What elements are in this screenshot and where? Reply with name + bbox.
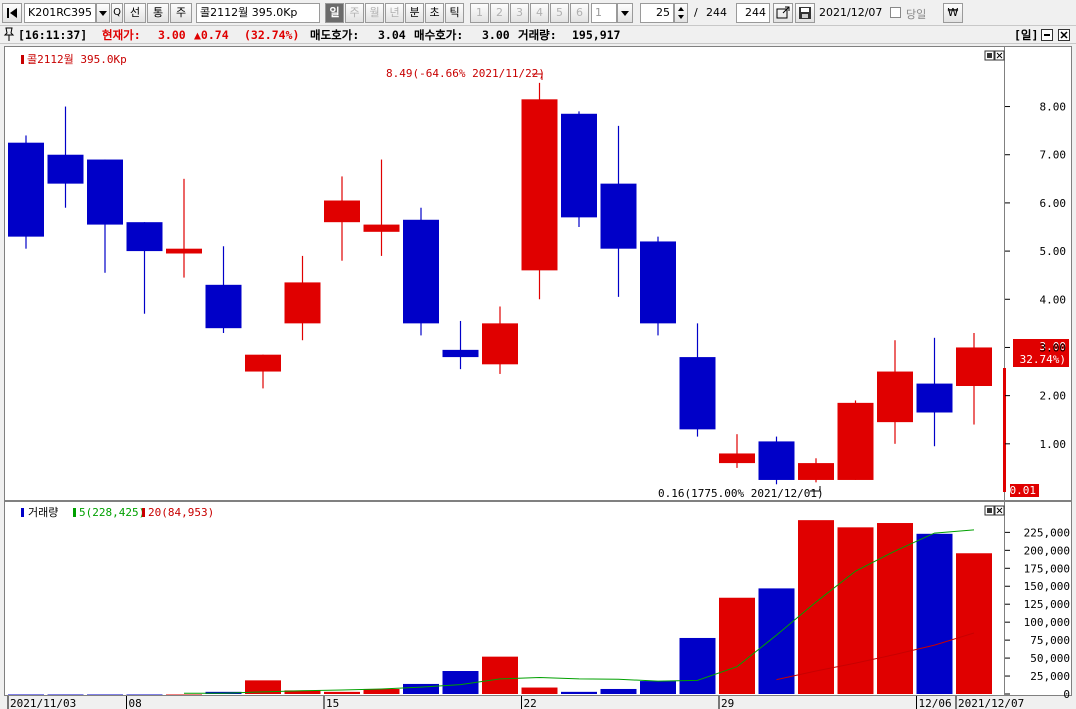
price-tick-label: 7.00	[1040, 149, 1067, 162]
candle-body	[403, 219, 439, 324]
low-note: 0.16(1775.00% 2021/12/01)	[658, 487, 824, 500]
volume-tick-label: 125,000	[1024, 598, 1070, 611]
volume-bar	[47, 694, 84, 695]
candle-body	[245, 354, 281, 372]
candle-body	[87, 159, 123, 225]
candle-body	[758, 441, 795, 480]
candle-body	[640, 241, 676, 324]
candle-body	[47, 154, 84, 184]
price-tick-label: 3.00	[1040, 341, 1067, 354]
price-panel-close-icon[interactable]	[994, 50, 1005, 61]
candle-body	[916, 383, 953, 413]
x-tick-label: 15	[326, 697, 339, 709]
volume-bar	[324, 691, 360, 694]
candle-body	[166, 248, 202, 254]
price-legend: 콜2112월 395.0Kp	[27, 53, 127, 66]
price-tick-label: 1.00	[1040, 438, 1067, 451]
volume-bar	[640, 681, 676, 694]
current-bar-marker	[1003, 368, 1006, 492]
volume-bar	[877, 523, 913, 694]
volume-bar	[8, 694, 44, 695]
volume-bar	[798, 520, 834, 694]
x-tick-label: 08	[129, 697, 142, 709]
chart-svg: 콜2112월 395.0Kp 8.49(-64.66% 2021/11/22) …	[7, 50, 1070, 709]
volume-bar	[166, 694, 202, 695]
candle-body	[482, 323, 518, 365]
volume-legend-title: 거래량	[28, 506, 58, 519]
volume-legend-swatch	[21, 508, 24, 517]
price-tick-label: 4.00	[1040, 293, 1067, 306]
candle-body	[284, 282, 321, 324]
candle-body	[600, 183, 637, 249]
price-panel-restore-icon[interactable]	[984, 50, 995, 61]
candle-body	[561, 113, 597, 218]
price-tick-label: 5.00	[1040, 245, 1067, 258]
price-tick-label: 6.00	[1040, 197, 1067, 210]
candle-body	[679, 357, 716, 430]
volume-tick-label: 100,000	[1024, 616, 1070, 629]
price-tick-label: 8.00	[1040, 101, 1067, 114]
volume-bar	[600, 688, 637, 694]
volume-bar	[758, 588, 795, 694]
volume-bars	[8, 520, 992, 695]
volume-panel-restore-icon[interactable]	[984, 505, 995, 516]
volume-tick-label: 225,000	[1024, 526, 1070, 539]
candle-body	[837, 402, 874, 480]
x-tick-label: 12/06	[919, 697, 952, 709]
x-tick-label: 29	[721, 697, 734, 709]
price-axis: 8.00 7.00 6.00 5.00 4.00 3.00 2.00 1.00	[1005, 101, 1066, 451]
candle-body	[363, 224, 400, 232]
volume-bar	[87, 694, 123, 695]
candle-body	[324, 200, 360, 223]
volume-bar	[679, 637, 716, 694]
high-note: 8.49(-64.66% 2021/11/22)	[386, 67, 545, 80]
candle-body	[719, 453, 755, 464]
volume-bar	[916, 533, 953, 694]
last-pct-tag: ( 32.74%)	[1006, 353, 1066, 366]
volume-tick-label: 200,000	[1024, 544, 1070, 557]
ma20-legend-swatch	[142, 508, 145, 517]
volume-bar	[561, 691, 597, 694]
candle-body	[205, 284, 242, 329]
volume-bar	[521, 687, 558, 694]
ma5-legend-swatch	[73, 508, 76, 517]
x-tick-label: 22	[524, 697, 537, 709]
candle-body	[798, 463, 834, 480]
volume-tick-label: 25,000	[1030, 670, 1070, 683]
volume-tick-label: 50,000	[1030, 652, 1070, 665]
zero-tag: 0.01	[1010, 484, 1037, 497]
candle-body	[521, 99, 558, 271]
candle-body	[877, 371, 913, 423]
x-tick-label: 2021/12/07	[958, 697, 1024, 709]
candle-body	[442, 349, 479, 358]
volume-bar	[719, 597, 755, 694]
ma20-legend: 20(84,953)	[148, 506, 214, 519]
volume-tick-label: 175,000	[1024, 562, 1070, 575]
volume-tick-label: 75,000	[1030, 634, 1070, 647]
ma5-legend: 5(228,425)	[79, 506, 145, 519]
x-tick-label: 2021/11/03	[10, 697, 76, 709]
x-axis: 2021/11/03 08 15 22 29 12/06 2021/12/07	[7, 696, 1024, 709]
volume-bar	[956, 553, 992, 694]
volume-bar	[403, 683, 439, 694]
candle-body	[126, 222, 163, 252]
price-tick-label: 2.00	[1040, 390, 1067, 403]
candle-body	[8, 142, 44, 237]
volume-panel-close-icon[interactable]	[994, 505, 1005, 516]
volume-axis: 225,000 200,000 175,000 150,000 125,000 100,0…	[1005, 526, 1070, 701]
volume-tick-label: 0	[1063, 688, 1070, 701]
price-legend-swatch	[21, 55, 24, 64]
volume-tick-label: 150,000	[1024, 580, 1070, 593]
volume-bar	[126, 694, 163, 695]
volume-bar	[482, 656, 518, 694]
candle-body	[956, 347, 992, 386]
volume-bar	[837, 527, 874, 694]
candles	[8, 82, 992, 485]
